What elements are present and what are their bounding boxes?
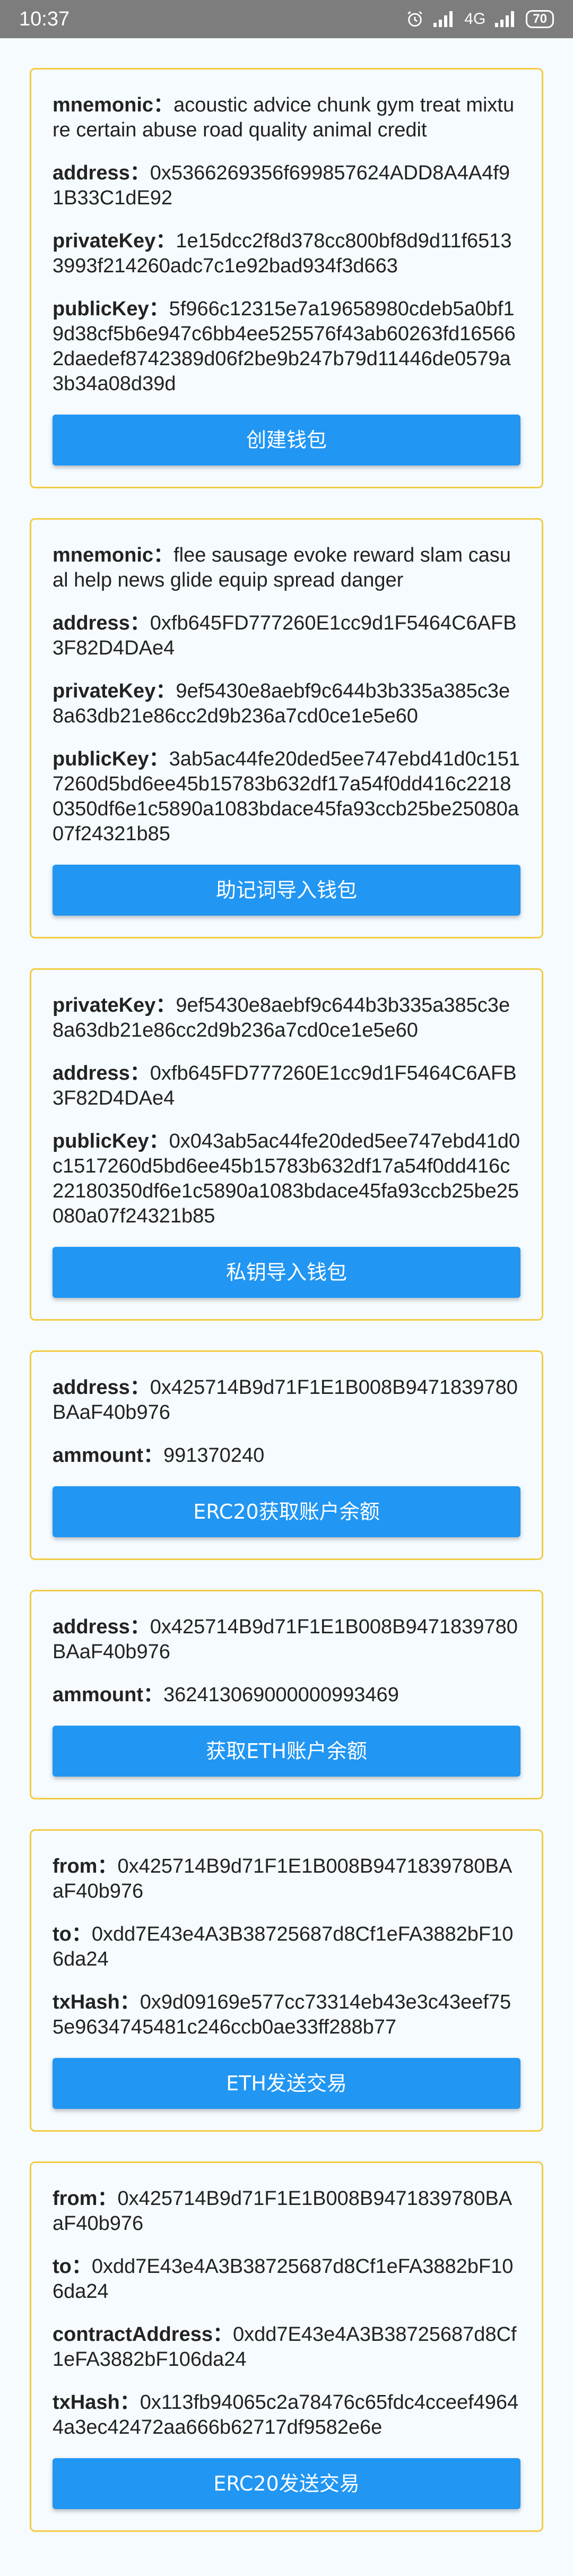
wallet-card: privateKey：9ef5430e8aebf9c644b3b335a385c… [30, 968, 543, 1321]
field-separator: ： [71, 1923, 92, 1945]
field-label: from [53, 2187, 98, 2210]
wallet-card: mnemonic：acoustic advice chunk gym treat… [30, 68, 543, 488]
field-label: publicKey [53, 748, 149, 770]
field-label: address [53, 1616, 130, 1638]
field-address: address：0x425714B9d71F1E1B008B9471839780… [53, 1375, 520, 1425]
action-button[interactable]: 创建钱包 [53, 415, 520, 466]
field-label: mnemonic [53, 544, 154, 566]
status-bar: 10:37 4G 70 [0, 0, 573, 38]
signal-icon [433, 11, 455, 27]
field-separator: ： [153, 544, 174, 566]
status-time: 10:37 [19, 7, 70, 30]
field-label: publicKey [53, 298, 149, 320]
field-label: contractAddress [53, 2323, 213, 2346]
field-address: address：0xfb645FD777260E1cc9d1F5464C6AFB… [53, 611, 520, 661]
status-icons: 4G 70 [406, 10, 554, 28]
field-from: from：0x425714B9d71F1E1B008B9471839780BAa… [53, 1854, 520, 1904]
action-button[interactable]: 助记词导入钱包 [53, 865, 520, 916]
field-separator: ： [71, 2255, 92, 2278]
field-ammount: ammount：991370240 [53, 1443, 520, 1468]
action-button[interactable]: 获取ETH账户余额 [53, 1726, 520, 1777]
action-button[interactable]: ERC20获取账户余额 [53, 1486, 520, 1537]
field-privatekey: privateKey：1e15dcc2f8d378cc800bf8d9d11f6… [53, 229, 520, 279]
field-separator: ： [129, 612, 150, 634]
field-separator: ： [143, 1684, 164, 1706]
field-txhash: txHash：0x9d09169e577cc73314eb43e3c43eef7… [53, 1990, 520, 2040]
field-separator: ： [129, 1616, 150, 1638]
action-button[interactable]: ETH发送交易 [53, 2058, 520, 2109]
battery-icon: 70 [526, 10, 554, 28]
field-label: mnemonic [53, 94, 154, 116]
field-label: txHash [53, 2391, 120, 2414]
field-separator: ： [149, 1130, 169, 1152]
field-separator: ： [149, 748, 169, 770]
field-mnemonic: mnemonic：flee sausage evoke reward slam … [53, 543, 520, 593]
field-ammount: ammount：362413069000000993469 [53, 1683, 520, 1708]
field-address: address：0x425714B9d71F1E1B008B9471839780… [53, 1615, 520, 1665]
field-label: privateKey [53, 680, 156, 702]
field-label: address [53, 1376, 130, 1399]
wallet-card-list: mnemonic：acoustic advice chunk gym treat… [0, 68, 573, 2532]
field-separator: ： [129, 1062, 150, 1084]
field-to: to：0xdd7E43e4A3B38725687d8Cf1eFA3882bF10… [53, 1922, 520, 1972]
wallet-card: address：0x425714B9d71F1E1B008B9471839780… [30, 1350, 543, 1560]
wallet-card: mnemonic：flee sausage evoke reward slam … [30, 518, 543, 938]
field-to: to：0xdd7E43e4A3B38725687d8Cf1eFA3882bF10… [53, 2254, 520, 2304]
field-label: privateKey [53, 994, 156, 1016]
field-separator: ： [119, 2391, 140, 2414]
action-button[interactable]: ERC20发送交易 [53, 2458, 520, 2509]
wallet-card: from：0x425714B9d71F1E1B008B9471839780BAa… [30, 1829, 543, 2132]
field-separator: ： [129, 162, 150, 184]
field-privatekey: privateKey：9ef5430e8aebf9c644b3b335a385c… [53, 679, 520, 729]
field-from: from：0x425714B9d71F1E1B008B9471839780BAa… [53, 2186, 520, 2236]
wallet-card: from：0x425714B9d71F1E1B008B9471839780BAa… [30, 2161, 543, 2532]
field-label: from [53, 1855, 98, 1877]
field-label: txHash [53, 1991, 120, 2013]
network-type: 4G [464, 10, 486, 28]
field-label: publicKey [53, 1130, 149, 1152]
field-label: address [53, 1062, 130, 1084]
field-publickey: publicKey：5f966c12315e7a19658980cdeb5a0b… [53, 297, 520, 397]
action-button[interactable]: 私钥导入钱包 [53, 1247, 520, 1298]
field-label: address [53, 162, 130, 184]
field-separator: ： [143, 1444, 164, 1467]
field-label: privateKey [53, 230, 156, 252]
field-value: 991370240 [163, 1444, 265, 1467]
field-value: 0x425714B9d71F1E1B008B9471839780BAaF40b9… [53, 2187, 513, 2235]
field-label: address [53, 612, 130, 634]
field-label: to [53, 2255, 72, 2278]
field-contractaddress: contractAddress：0xdd7E43e4A3B38725687d8C… [53, 2322, 520, 2372]
field-value: 0xdd7E43e4A3B38725687d8Cf1eFA3882bF106da… [53, 2255, 514, 2303]
field-separator: ： [155, 230, 176, 252]
field-label: ammount [53, 1684, 143, 1706]
field-separator: ： [97, 1855, 118, 1877]
field-value: 0x425714B9d71F1E1B008B9471839780BAaF40b9… [53, 1855, 513, 1902]
field-address: address：0x5366269356f699857624ADD8A4A4f9… [53, 161, 520, 211]
field-publickey: publicKey：0x043ab5ac44fe20ded5ee747ebd41… [53, 1129, 520, 1229]
field-txhash: txHash：0x113fb94065c2a78476c65fdc4cceef4… [53, 2390, 520, 2440]
field-publickey: publicKey：3ab5ac44fe20ded5ee747ebd41d0c1… [53, 747, 520, 847]
field-separator: ： [119, 1991, 140, 2013]
field-separator: ： [212, 2323, 233, 2346]
alarm-icon [406, 10, 424, 28]
field-label: ammount [53, 1444, 143, 1467]
field-value: 0xdd7E43e4A3B38725687d8Cf1eFA3882bF106da… [53, 1923, 514, 1970]
field-separator: ： [153, 94, 174, 116]
field-privatekey: privateKey：9ef5430e8aebf9c644b3b335a385c… [53, 993, 520, 1043]
signal-icon-2 [495, 11, 516, 27]
field-separator: ： [155, 680, 176, 702]
field-separator: ： [129, 1376, 150, 1399]
field-separator: ： [149, 298, 169, 320]
field-address: address：0xfb645FD777260E1cc9d1F5464C6AFB… [53, 1061, 520, 1111]
field-mnemonic: mnemonic：acoustic advice chunk gym treat… [53, 93, 520, 143]
wallet-card: address：0x425714B9d71F1E1B008B9471839780… [30, 1590, 543, 1799]
field-value: 362413069000000993469 [163, 1684, 399, 1706]
field-label: to [53, 1923, 72, 1945]
field-separator: ： [155, 994, 176, 1016]
field-separator: ： [97, 2187, 118, 2210]
